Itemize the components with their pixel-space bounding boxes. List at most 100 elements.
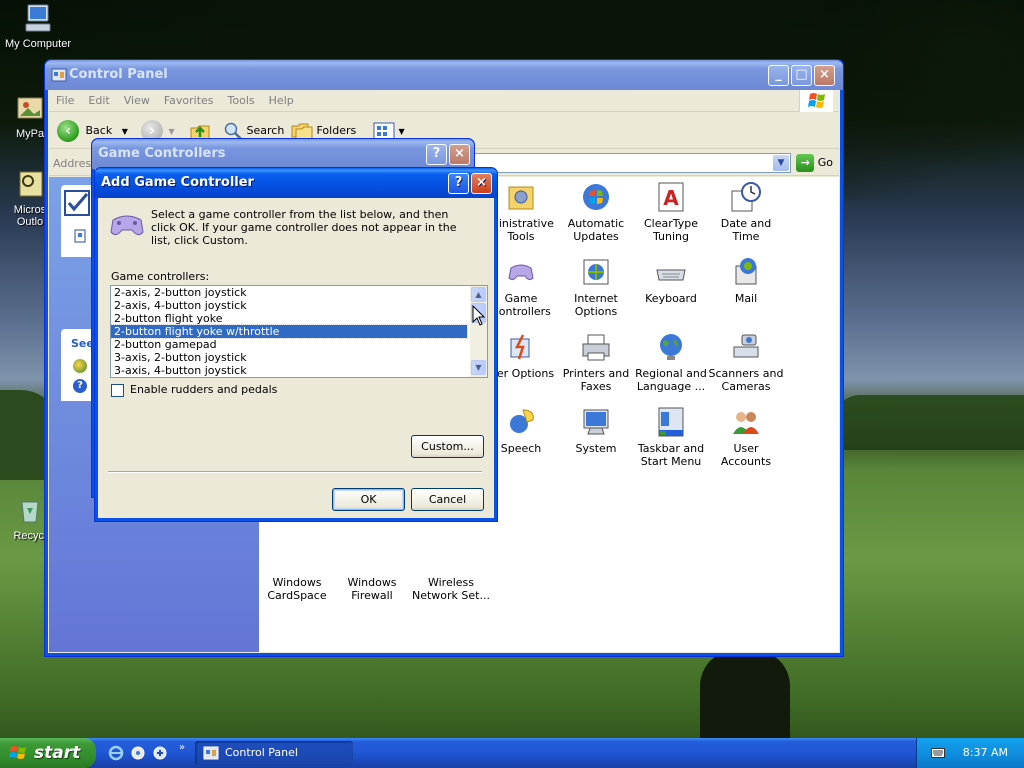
cp-item-label: Scanners and (708, 367, 784, 380)
dialog-body: Select a game controller from the list b… (98, 198, 494, 518)
desktop-icon-my-computer[interactable]: My Computer (0, 2, 76, 50)
maximize-button[interactable]: □ (791, 65, 812, 86)
rudders-checkbox-row[interactable]: Enable rudders and pedals (111, 383, 277, 397)
close-button[interactable]: × (471, 173, 492, 194)
help-button[interactable]: ? (426, 144, 447, 165)
keyboard-tray-icon[interactable] (931, 747, 945, 759)
cp-item-label: Speech (500, 442, 542, 455)
list-item[interactable]: 2-axis, 4-button joystick (111, 299, 467, 312)
cp-item-label: Windows (272, 576, 322, 589)
cp-item-label: User Accounts (720, 442, 772, 468)
recycle-bin-icon (21, 501, 39, 523)
list-item-selected[interactable]: 2-button flight yoke w/throttle (111, 324, 468, 339)
cancel-button[interactable]: Cancel (411, 488, 484, 511)
internet-options-icon (583, 259, 609, 285)
scroll-up-icon[interactable]: ▲ (471, 287, 486, 302)
control-panel-titlebar[interactable]: Control Panel _ □ × (45, 60, 843, 90)
administrative-tools-icon (508, 186, 534, 210)
list-item[interactable]: 2-button gamepad (111, 338, 467, 351)
menu-file[interactable]: File (49, 90, 81, 111)
dialog-title: Add Game Controller (101, 175, 254, 190)
menu-tools[interactable]: Tools (221, 90, 262, 111)
clock[interactable]: 8:37 AM (963, 738, 1008, 768)
list-item[interactable]: 3-axis, 2-button joystick (111, 351, 467, 364)
quick-launch-icon[interactable] (152, 745, 168, 761)
list-item[interactable]: 2-axis, 2-button joystick (111, 286, 467, 299)
cp-item-label: Updates (573, 230, 619, 243)
mouse-cursor-icon (472, 305, 486, 326)
game-controllers-titlebar[interactable]: Game Controllers ? × (92, 139, 474, 169)
cp-item-label: Regional and (635, 367, 707, 380)
cp-item-automatic-updates[interactable]: Automatic Updates (557, 181, 635, 243)
cleartype-icon: A (658, 182, 684, 212)
switch-view-icon[interactable] (73, 228, 89, 244)
svg-text:A: A (663, 186, 679, 210)
desktop-icon-label: MyPa (15, 128, 45, 140)
list-item[interactable]: 3-axis, 4-button joystick (111, 364, 467, 377)
close-button[interactable]: × (449, 144, 470, 165)
start-button[interactable]: start (0, 738, 96, 768)
cp-item-user-accounts[interactable]: User Accounts (707, 406, 785, 468)
help-button[interactable]: ? (448, 173, 469, 194)
taskbar-icon (658, 407, 684, 437)
internet-explorer-icon[interactable] (108, 745, 124, 761)
menu-bar: File Edit View Favorites Tools Help (49, 90, 839, 112)
windows-update-icon[interactable] (73, 359, 87, 373)
menu-edit[interactable]: Edit (81, 90, 116, 111)
cp-item-label: Network Set... (412, 589, 490, 602)
cp-item-mail[interactable]: Mail (707, 256, 785, 305)
cp-item-wireless-network-setup[interactable]: Wireless Network Set... (408, 576, 494, 602)
cp-item-windows-cardspace[interactable]: Windows CardSpace (258, 576, 336, 602)
listbox-scrollbar[interactable]: ▲ ▼ (470, 286, 487, 377)
cp-item-label: ClearType (643, 217, 699, 230)
cp-item-scanners-and-cameras[interactable]: Scanners and Cameras (707, 331, 785, 393)
folders-label: Folders (316, 124, 357, 137)
cp-item-label: Mail (734, 292, 758, 305)
go-button[interactable]: → Go (796, 154, 833, 172)
cp-item-taskbar-and-start-menu[interactable]: Taskbar and Start Menu (632, 406, 710, 468)
cp-item-label: Wireless (427, 576, 475, 589)
desktop-icon-label: Outlo (16, 216, 44, 228)
my-computer-icon (25, 4, 51, 32)
cp-item-system[interactable]: System (557, 406, 635, 455)
close-button[interactable]: × (814, 65, 835, 86)
game-controller-icon (110, 215, 144, 236)
media-icon[interactable] (130, 745, 146, 761)
cp-item-windows-firewall[interactable]: Windows Firewall (333, 576, 411, 602)
automatic-updates-icon (583, 184, 609, 210)
back-dropdown-icon[interactable]: ▼ (122, 127, 128, 136)
quick-launch-more-icon[interactable]: » (179, 742, 185, 753)
cp-item-label: Tools (507, 230, 535, 243)
cp-item-regional-and-language[interactable]: Regional and Language ... (632, 331, 710, 393)
taskbar-button-control-panel[interactable]: Control Panel (195, 741, 353, 765)
cp-item-label: Language ... (636, 380, 706, 393)
desktop-icon-label: Micros (13, 204, 47, 216)
wallpaper-trees-left (0, 390, 50, 480)
cp-item-cleartype-tuning[interactable]: A ClearType Tuning (632, 181, 710, 243)
views-dropdown-icon: ▼ (398, 127, 405, 136)
cp-item-date-and-time[interactable]: Date and Time (707, 181, 785, 243)
taskbar-button-label: Control Panel (225, 746, 298, 759)
search-label: Search (246, 124, 285, 137)
cp-item-internet-options[interactable]: Internet Options (557, 256, 635, 318)
scroll-down-icon[interactable]: ▼ (471, 360, 486, 375)
custom-button[interactable]: Custom... (411, 435, 484, 458)
address-dropdown-icon[interactable]: ▼ (773, 155, 789, 171)
cp-item-label: System (575, 442, 617, 455)
menu-view[interactable]: View (117, 90, 157, 111)
game-controllers-label: Game controllers: (111, 270, 210, 283)
list-item[interactable]: 2-button flight yoke (111, 312, 467, 325)
ok-button[interactable]: OK (332, 488, 405, 511)
help-icon[interactable]: ? (73, 379, 87, 393)
my-pictures-icon (17, 97, 43, 119)
cp-item-printers-and-faxes[interactable]: Printers and Faxes (557, 331, 635, 393)
game-controllers-listbox[interactable]: 2-axis, 2-button joystick 2-axis, 4-butt… (110, 285, 488, 378)
cp-item-keyboard[interactable]: Keyboard (632, 256, 710, 305)
minimize-button[interactable]: _ (768, 65, 789, 86)
menu-help[interactable]: Help (262, 90, 301, 111)
add-game-controller-titlebar[interactable]: Add Game Controller ? × (95, 168, 497, 198)
speech-icon (510, 409, 534, 433)
menu-favorites[interactable]: Favorites (157, 90, 221, 111)
mail-icon (735, 258, 757, 285)
rudders-checkbox[interactable] (111, 383, 124, 397)
